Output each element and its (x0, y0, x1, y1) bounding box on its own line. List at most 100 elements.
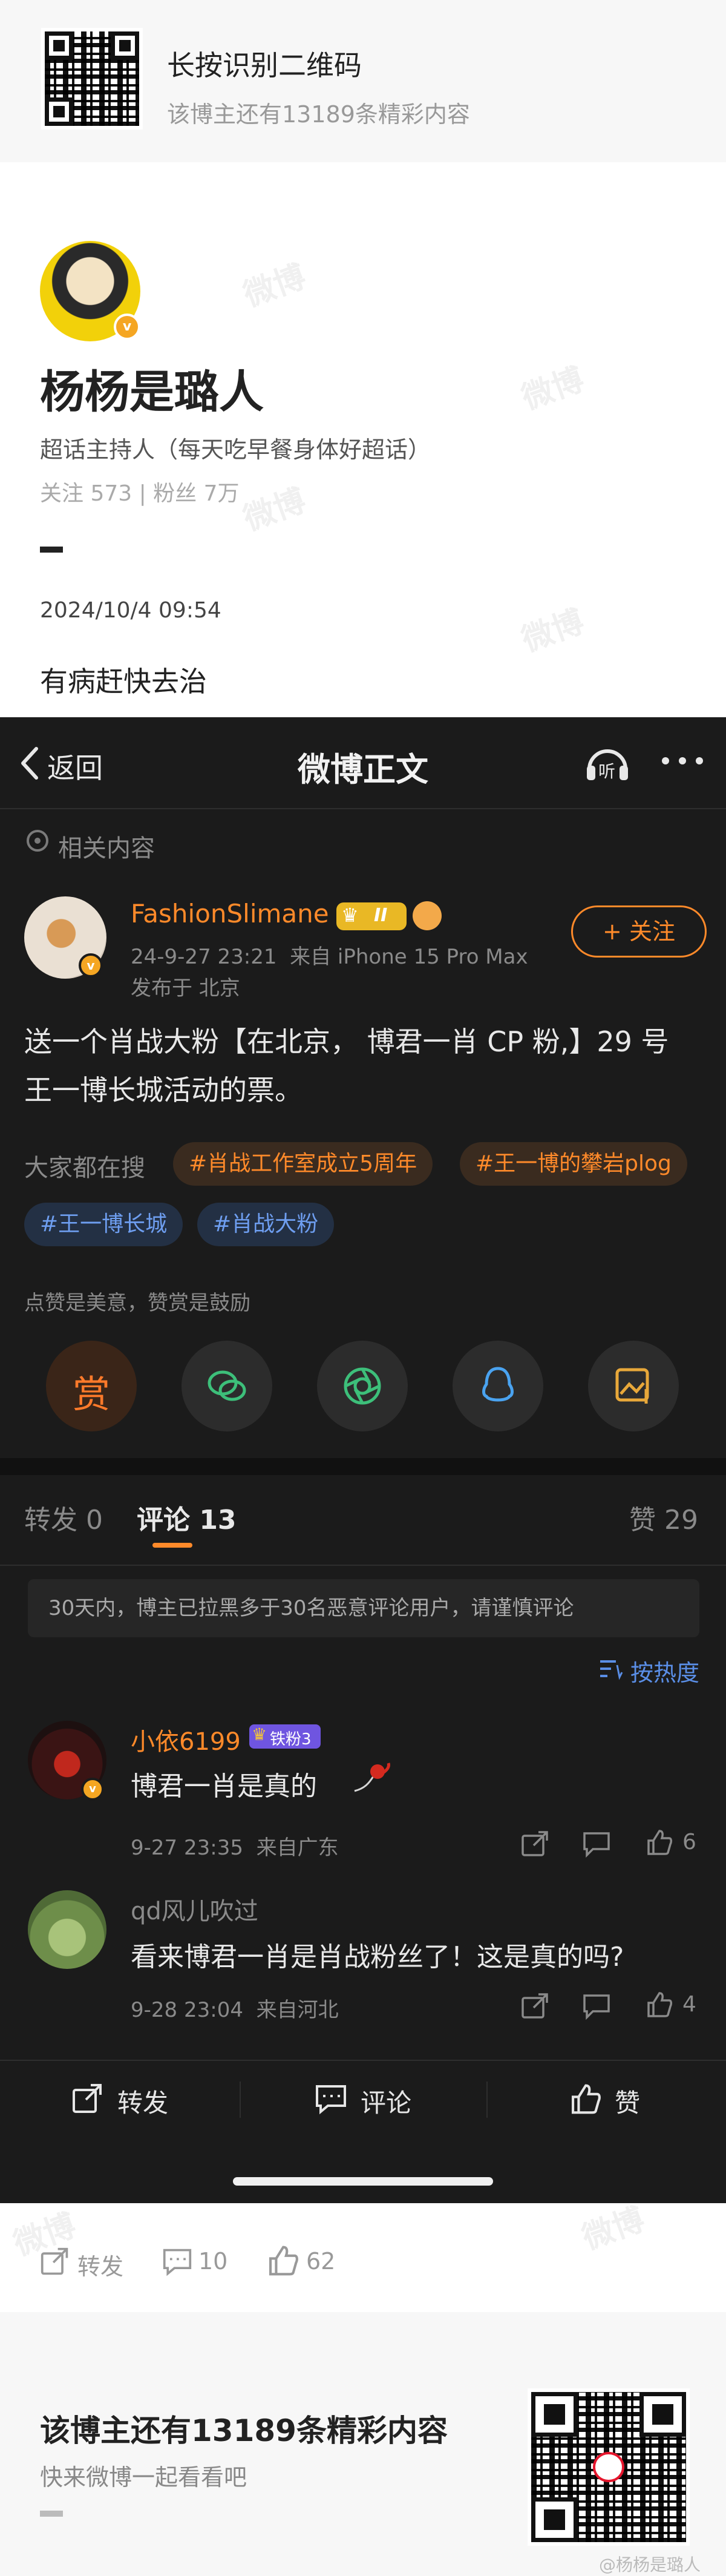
comment-reply-icon[interactable] (582, 1830, 612, 1858)
author-name[interactable]: 杨杨是璐人 (40, 356, 264, 421)
search-chip[interactable]: #王一博长城 (24, 1203, 183, 1246)
share-moments-button[interactable] (317, 1341, 408, 1431)
post-time: 2024/10/4 09:54 (40, 598, 221, 623)
level-badge-text: II (374, 905, 388, 926)
header-divider (0, 808, 726, 809)
wechat-icon (208, 1370, 246, 1401)
sort-icon (600, 1660, 623, 1680)
comment-verified-icon: v (81, 1778, 104, 1801)
reward-text: 点赞是美意，赞赏是鼓励 (24, 1291, 250, 1315)
comment-icon (163, 2249, 192, 2276)
share-wechat-button[interactable] (182, 1341, 272, 1431)
author-description: 超话主持人（每天吃早餐身体好超话） (40, 436, 431, 463)
related-label: 相关内容 (58, 835, 155, 862)
repost-icon (41, 2247, 68, 2275)
watermark-4: 微博 (517, 603, 589, 659)
reward-label: 赏 (72, 1372, 110, 1416)
watermark-2: 微博 (517, 361, 589, 417)
poster-level-badge: ♛ II (336, 902, 407, 930)
tab-comment[interactable]: 评论 13 (137, 1498, 237, 1537)
watermark-3: 微博 (238, 482, 311, 538)
comment-like-count: 6 (682, 1830, 696, 1855)
bottom-watermark: @杨杨是璐人 (599, 2555, 701, 2575)
tabs-divider (0, 1565, 726, 1566)
comment-share-icon[interactable] (520, 1992, 551, 2020)
comment-text: 博君一肖是真的 (131, 1771, 317, 1802)
section-gap (0, 1458, 726, 1475)
crown-icon: ♛ (341, 904, 359, 927)
crown-icon: ♛ (252, 1724, 267, 1744)
comment-user[interactable]: 小依6199 (131, 1722, 241, 1757)
follow-button[interactable]: + 关注 (571, 905, 707, 958)
page-title: 微博正文 (298, 751, 428, 789)
listen-button[interactable]: 听 (583, 741, 632, 784)
footer-comment-count: 10 (198, 2248, 228, 2275)
comment-notice: 30天内，博主已拉黑多于30名恶意评论用户，请谨慎评论 (28, 1579, 699, 1637)
comment-meta: 9-27 23:35 来自广东 (131, 1836, 339, 1860)
poster-meta: 24-9-27 23:21 来自 iPhone 15 Pro Max (131, 945, 528, 969)
back-label: 返回 (47, 752, 103, 784)
comment-meta: 9-28 23:04 来自河北 (131, 1998, 339, 2022)
comment-icon (316, 2085, 346, 2115)
tab-active-indicator (152, 1543, 192, 1548)
tab-repost[interactable]: 转发 0 (24, 1498, 103, 1537)
repost-icon (73, 2084, 102, 2113)
listen-label: 听 (598, 761, 616, 781)
comment-reply-icon[interactable] (582, 1992, 612, 2020)
embedded-screenshot: 返回 微博正文 听 相关内容 v FashionSlimane ♛ II 24-… (0, 717, 726, 2203)
bar-separator (486, 2082, 488, 2118)
search-chip[interactable]: #王一博的攀岩plog (460, 1142, 687, 1186)
emoji-badge-icon (413, 901, 442, 930)
poster-verified-icon: v (79, 953, 103, 978)
comment-share-icon[interactable] (520, 1830, 551, 1858)
bottom-banner-subtitle: 快来微博一起看看吧 (40, 2464, 247, 2491)
weibo-logo-icon (593, 2452, 624, 2482)
thumbs-up-icon (571, 2084, 601, 2114)
footer-repost-label: 转发 (77, 2253, 124, 2280)
poster-name[interactable]: FashionSlimane (131, 899, 329, 928)
verified-badge-icon: v (114, 314, 140, 340)
bottom-banner-title: 该博主还有13189条精彩内容 (40, 2413, 448, 2448)
bottom-like-label: 赞 (615, 2088, 641, 2118)
bottom-bar-divider (0, 2060, 726, 2061)
comment-like-count: 4 (682, 1992, 696, 2017)
bottom-comment-label: 评论 (361, 2088, 412, 2118)
tab-like[interactable]: 赞 29 (629, 1498, 698, 1537)
dash-mark-bottom (40, 2511, 63, 2517)
search-chip[interactable]: #肖战工作室成立5周年 (173, 1142, 433, 1186)
search-label: 大家都在搜 (24, 1154, 145, 1182)
qq-penguin-icon (482, 1367, 514, 1402)
image-download-icon (615, 1368, 649, 1404)
aperture-icon (344, 1367, 381, 1405)
post-content-line1: 送一个肖战大粉【在北京， 博君一肖 CP 粉,】29 号 (24, 1025, 669, 1058)
footer-like-count: 62 (306, 2248, 336, 2275)
post-content-line2: 王一博长城活动的票。 (24, 1074, 302, 1106)
comment-text: 看来博君一肖是肖战粉丝了！这是真的吗? (131, 1942, 624, 1973)
bottom-repost-label: 转发 (117, 2088, 169, 2118)
chevron-left-icon (21, 747, 38, 780)
banner-subtitle: 该博主还有13189条精彩内容 (167, 101, 470, 128)
thumbs-up-icon (647, 1830, 673, 1855)
qr-code-bottom[interactable] (528, 2388, 690, 2546)
bar-separator (240, 2082, 241, 2118)
location-pin-icon (27, 830, 48, 852)
more-options-icon[interactable] (659, 755, 708, 767)
qr-code-top[interactable] (41, 28, 143, 130)
comment-user[interactable]: qd风儿吹过 (131, 1891, 258, 1927)
watermark-1: 微博 (238, 258, 311, 314)
fan-badge: 铁粉3 ♛ (249, 1724, 321, 1749)
share-qq-button[interactable] (453, 1341, 543, 1431)
home-indicator (233, 2177, 493, 2186)
search-chip[interactable]: #肖战大粉 (197, 1203, 335, 1246)
comment-avatar[interactable] (28, 1890, 106, 1969)
reward-button[interactable]: 赏 (46, 1341, 137, 1431)
thumbs-up-icon (269, 2246, 298, 2276)
rose-sticker-icon (351, 1762, 393, 1798)
save-image-button[interactable] (588, 1341, 679, 1431)
sort-label: 按热度 (630, 1660, 700, 1686)
author-stats: 关注 573 | 粉丝 7万 (40, 481, 240, 506)
banner-title: 长按识别二维码 (167, 49, 362, 82)
thumbs-up-icon (647, 1992, 673, 2017)
post-text: 有病赶快去治 (40, 665, 207, 698)
fan-badge-text: 铁粉3 (270, 1730, 312, 1749)
